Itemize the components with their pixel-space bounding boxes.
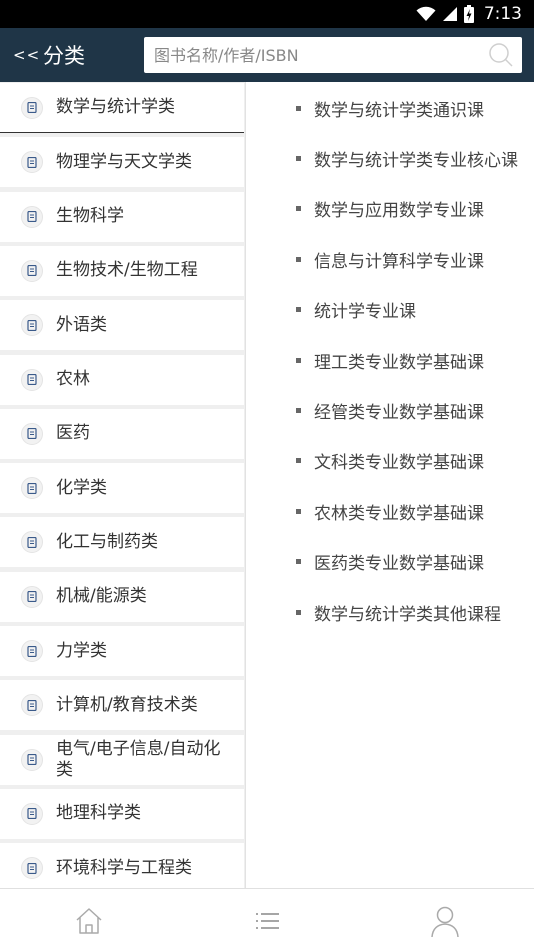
category-label: 环境科学与工程类 [56, 857, 192, 878]
category-label: 生物科学 [56, 206, 124, 227]
book-icon [21, 640, 43, 662]
category-label: 物理学与天文学类 [56, 151, 192, 172]
category-label: 力学类 [56, 640, 107, 661]
subcategory-label: 数学与统计学类通识课 [314, 100, 484, 121]
category-label: 生物技术/生物工程 [56, 260, 198, 281]
book-icon [21, 694, 43, 717]
book-icon [21, 857, 43, 880]
category-item[interactable]: 环境科学与工程类 [0, 843, 244, 888]
category-label: 农林 [56, 369, 90, 389]
category-label: 机械/能源类 [56, 586, 147, 607]
subcategory-label: 经管类专业数学基础课 [314, 402, 484, 423]
subcategory-label: 数学与应用数学专业课 [314, 201, 484, 222]
category-item[interactable]: 化工与制药类 [0, 517, 244, 568]
subcategory-label: 统计学专业课 [314, 302, 416, 323]
bullet-icon [296, 256, 301, 262]
subcategory-label: 文科类专业数学基础课 [314, 453, 484, 474]
bullet-icon [296, 508, 301, 514]
status-time: 7:13 [483, 4, 522, 24]
category-item[interactable]: 物理学与天文学类 [0, 137, 244, 188]
book-icon [21, 585, 43, 608]
subcategory-item[interactable]: 数学与统计学类专业核心课 [296, 143, 518, 173]
bullet-icon [296, 206, 301, 212]
subcategory-item[interactable]: 数学与应用数学专业课 [296, 194, 484, 224]
category-label: 医药 [56, 423, 90, 444]
book-icon [21, 422, 43, 445]
category-item[interactable]: 地理科学类 [0, 788, 244, 839]
subcategory-list: 数学与统计学类通识课数学与统计学类专业核心课 数学与应用数学专业课 信息与计算科学专… [246, 82, 534, 888]
book-icon [21, 531, 43, 554]
list-icon [256, 913, 279, 929]
nav-category-button[interactable] [249, 903, 285, 939]
book-icon [21, 802, 43, 825]
battery-icon [463, 5, 474, 23]
subcategory-item[interactable]: 信息与计算科学专业课 [296, 244, 484, 274]
category-label: 外语类 [56, 314, 107, 335]
subcategory-item[interactable]: 理工类专业数学基础课 [296, 345, 484, 375]
category-item[interactable]: 外语类 [0, 300, 244, 351]
subcategory-label: 数学与统计学类专业核心课 [314, 150, 518, 171]
category-item[interactable]: 医药 [0, 408, 244, 459]
category-item[interactable]: 生物科学 [0, 191, 244, 242]
search-icon[interactable] [488, 42, 514, 68]
book-icon [21, 368, 43, 391]
subcategory-item[interactable]: 医药类专业数学基础课 [296, 547, 484, 577]
category-label: 计算机/教育技术类 [56, 694, 198, 715]
category-item[interactable]: 数学与统计学类 [0, 83, 244, 133]
page-title: 分类 [43, 44, 85, 68]
subcategory-label: 医药类专业数学基础课 [314, 554, 484, 575]
signal-icon [442, 7, 457, 21]
subcategory-item[interactable]: 统计学专业课 [296, 295, 416, 325]
category-label: 数学与统计学类 [56, 97, 175, 117]
subcategory-label: 农林类专业数学基础课 [314, 503, 484, 524]
category-item[interactable]: 化学类 [0, 463, 244, 514]
subcategory-item[interactable]: 数学与统计学类其他课程 [296, 597, 501, 627]
user-icon [431, 906, 459, 938]
bullet-icon [296, 559, 301, 565]
category-item[interactable]: 计算机/教育技术类 [0, 680, 244, 731]
category-list[interactable]: 数学与统计学类 物理学与天文学类 生物科学生物技术/生物工程 外语类农林医药化学类化工… [0, 82, 246, 888]
category-label: 电气/电子信息/自动化类 [56, 738, 221, 780]
subcategory-label: 数学与统计学类其他课程 [314, 604, 501, 625]
bullet-icon [296, 609, 301, 615]
subcategory-item[interactable]: 数学与统计学类通识课 [296, 93, 484, 123]
bullet-icon [296, 307, 301, 313]
bullet-icon [296, 357, 301, 363]
nav-home-button[interactable] [71, 903, 107, 939]
search-box[interactable] [144, 37, 522, 73]
book-icon [21, 205, 43, 228]
bullet-icon [296, 458, 301, 464]
book-icon [21, 477, 43, 500]
category-label: 化学类 [56, 477, 107, 498]
book-icon [21, 96, 43, 119]
nav-profile-button[interactable] [427, 903, 463, 939]
subcategory-item[interactable]: 文科类专业数学基础课 [296, 446, 484, 476]
subcategory-item[interactable]: 经管类专业数学基础课 [296, 395, 484, 425]
bottom-nav [0, 888, 534, 950]
home-icon [76, 908, 102, 934]
subcategory-label: 信息与计算科学专业课 [314, 251, 484, 272]
subcategory-label: 理工类专业数学基础课 [314, 352, 484, 373]
search-input[interactable] [154, 45, 474, 65]
category-label: 化工与制药类 [56, 531, 158, 552]
bullet-icon [296, 407, 301, 413]
category-item[interactable]: 农林 [0, 354, 244, 405]
subcategory-item[interactable]: 农林类专业数学基础课 [296, 496, 484, 526]
book-icon [21, 314, 43, 337]
book-icon [21, 259, 43, 282]
category-item[interactable]: 力学类 [0, 626, 244, 676]
bullet-icon [296, 155, 301, 161]
wifi-icon [416, 6, 436, 21]
book-icon [21, 748, 43, 771]
status-bar: 7:13 [0, 0, 534, 28]
book-icon [21, 151, 43, 174]
back-button[interactable]: << [13, 46, 39, 64]
category-item[interactable]: 机械/能源类 [0, 571, 244, 622]
category-item[interactable]: 生物技术/生物工程 [0, 245, 244, 296]
bullet-icon [296, 105, 301, 111]
category-label: 地理科学类 [56, 803, 141, 824]
app-header: << 分类 [0, 28, 534, 82]
category-item[interactable]: 电气/电子信息/自动化类 [0, 734, 244, 785]
